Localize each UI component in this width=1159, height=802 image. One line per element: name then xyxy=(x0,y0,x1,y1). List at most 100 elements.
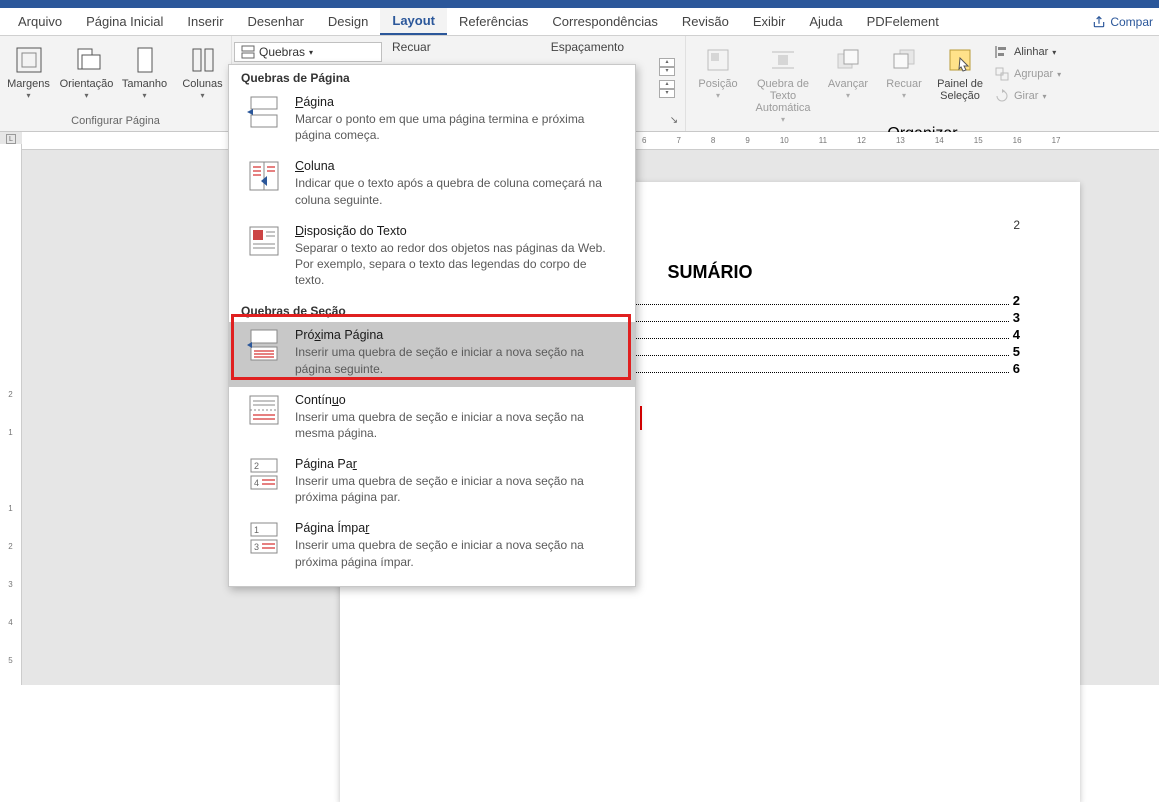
page-break-icon xyxy=(247,95,281,129)
chevron-down-icon: ▾ xyxy=(309,48,313,57)
alinhar-label: Alinhar xyxy=(1014,46,1048,58)
item-title: Próxima Página xyxy=(295,328,615,342)
text-wrap-icon xyxy=(767,44,799,76)
title-bar xyxy=(0,0,1159,8)
bring-forward-icon xyxy=(832,44,864,76)
item-title: Página Par xyxy=(295,457,615,471)
chevron-down-icon: ▾ xyxy=(84,92,88,101)
vertical-ruler[interactable]: 2 1 1 2 3 4 5 xyxy=(0,144,22,685)
tab-design[interactable]: Design xyxy=(316,8,380,35)
paragraph-dialog-launcher[interactable]: ↘ xyxy=(667,113,681,127)
page-number: 2 xyxy=(1013,218,1020,232)
recuar-arrange-label: Recuar xyxy=(886,78,921,90)
align-icon xyxy=(994,44,1010,60)
recuar-arrange-button[interactable]: Recuar▾ xyxy=(878,40,930,125)
painel-selecao-label: Painel de Seleção xyxy=(934,78,986,102)
girar-button[interactable]: Girar▾ xyxy=(990,86,1065,106)
alinhar-button[interactable]: Alinhar▾ xyxy=(990,42,1065,62)
item-desc: Separar o texto ao redor dos objetos nas… xyxy=(295,240,615,289)
menu-bar: Arquivo Página Inicial Inserir Desenhar … xyxy=(0,8,1159,36)
tab-inserir[interactable]: Inserir xyxy=(175,8,235,35)
break-continuo[interactable]: Contínuo Inserir uma quebra de seção e in… xyxy=(229,387,635,451)
breaks-icon xyxy=(241,45,255,59)
odd-page-section-icon: 13 xyxy=(247,521,281,555)
item-desc: Indicar que o texto após a quebra de col… xyxy=(295,175,615,207)
break-pagina[interactable]: Página Marcar o ponto em que uma página t… xyxy=(229,89,635,153)
agrupar-button[interactable]: Agrupar▾ xyxy=(990,64,1065,84)
tab-selector[interactable]: L xyxy=(6,134,16,144)
tamanho-label: Tamanho xyxy=(122,78,167,90)
break-disposicao-texto[interactable]: Disposição do Texto Separar o texto ao re… xyxy=(229,218,635,299)
text-cursor xyxy=(640,406,642,430)
item-title: Coluna xyxy=(295,159,615,173)
column-break-icon xyxy=(247,159,281,193)
share-icon xyxy=(1092,15,1106,29)
item-title: Página Ímpar xyxy=(295,521,615,535)
quebras-label: Quebras xyxy=(259,45,305,59)
svg-text:4: 4 xyxy=(254,478,259,488)
quebras-button[interactable]: Quebras ▾ xyxy=(234,42,382,62)
item-title: Contínuo xyxy=(295,393,615,407)
tab-exibir[interactable]: Exibir xyxy=(741,8,798,35)
tab-pagina-inicial[interactable]: Página Inicial xyxy=(74,8,175,35)
item-title: Disposição do Texto xyxy=(295,224,615,238)
colunas-button[interactable]: Colunas ▾ xyxy=(177,40,229,101)
page-size-icon xyxy=(129,44,161,76)
chevron-down-icon: ▾ xyxy=(142,92,146,101)
agrupar-label: Agrupar xyxy=(1014,68,1053,80)
continuous-section-icon xyxy=(247,393,281,427)
svg-text:1: 1 xyxy=(254,525,259,535)
posicao-button[interactable]: Posição▾ xyxy=(692,40,744,125)
tab-referencias[interactable]: Referências xyxy=(447,8,540,35)
svg-text:3: 3 xyxy=(254,542,259,552)
tab-layout[interactable]: Layout xyxy=(380,8,447,35)
tab-ajuda[interactable]: Ajuda xyxy=(797,8,854,35)
dropdown-section-header: Quebras de Página xyxy=(229,65,635,89)
item-desc: Inserir uma quebra de seção e iniciar a … xyxy=(295,473,615,505)
quebra-texto-label: Quebra de Texto Automática xyxy=(748,78,818,114)
orientation-icon xyxy=(71,44,103,76)
quebra-texto-button[interactable]: Quebra de Texto Automática▾ xyxy=(748,40,818,125)
group-icon xyxy=(994,66,1010,82)
text-wrap-break-icon xyxy=(247,224,281,258)
orientacao-label: Orientação xyxy=(60,78,114,90)
svg-text:2: 2 xyxy=(254,461,259,471)
espacamento-label: Espaçamento xyxy=(551,40,624,54)
colunas-label: Colunas xyxy=(182,78,222,90)
chevron-down-icon: ▾ xyxy=(26,92,30,101)
tab-revisao[interactable]: Revisão xyxy=(670,8,741,35)
next-page-section-icon xyxy=(247,328,281,362)
send-backward-icon xyxy=(888,44,920,76)
avancar-button[interactable]: Avançar▾ xyxy=(822,40,874,125)
break-pagina-impar[interactable]: 13 Página ÍmparInserir uma quebra de seç… xyxy=(229,515,635,579)
spacing-spinner-2[interactable]: ▴▾ xyxy=(659,80,675,98)
painel-selecao-button[interactable]: Painel de Seleção xyxy=(934,40,986,125)
columns-icon xyxy=(187,44,219,76)
item-title: Página xyxy=(295,95,615,109)
orientacao-button[interactable]: Orientação ▾ xyxy=(61,40,113,101)
tab-arquivo[interactable]: Arquivo xyxy=(6,8,74,35)
girar-label: Girar xyxy=(1014,90,1038,102)
tab-desenhar[interactable]: Desenhar xyxy=(236,8,316,35)
posicao-label: Posição xyxy=(698,78,737,90)
break-proxima-pagina[interactable]: Próxima Página Inserir uma quebra de seçã… xyxy=(229,322,635,386)
page-setup-group-label: Configurar Página xyxy=(71,113,160,131)
item-desc: Inserir uma quebra de seção e iniciar a … xyxy=(295,537,615,569)
position-icon xyxy=(702,44,734,76)
chevron-down-icon: ▾ xyxy=(200,92,204,101)
share-button[interactable]: Compar xyxy=(1092,15,1153,29)
item-desc: Inserir uma quebra de seção e iniciar a … xyxy=(295,344,615,376)
margens-label: Margens xyxy=(7,78,50,90)
break-pagina-par[interactable]: 2 4 Página Par Inserir uma quebra de seção… xyxy=(229,451,635,515)
selection-pane-icon xyxy=(944,44,976,76)
margens-button[interactable]: Margens ▾ xyxy=(3,40,55,101)
item-desc: Inserir uma quebra de seção e iniciar a … xyxy=(295,409,615,441)
tamanho-button[interactable]: Tamanho ▾ xyxy=(119,40,171,101)
spacing-spinner[interactable]: ▴▾ xyxy=(659,58,675,76)
share-label: Compar xyxy=(1110,15,1153,29)
item-desc: Marcar o ponto em que uma página termina… xyxy=(295,111,615,143)
tab-correspondencias[interactable]: Correspondências xyxy=(540,8,670,35)
break-coluna[interactable]: Coluna Indicar que o texto após a quebra … xyxy=(229,153,635,217)
quebras-dropdown: Quebras de Página Página Marcar o ponto e… xyxy=(228,64,636,587)
tab-pdfelement[interactable]: PDFelement xyxy=(855,8,951,35)
